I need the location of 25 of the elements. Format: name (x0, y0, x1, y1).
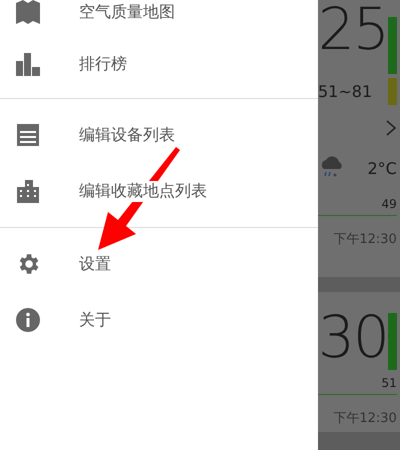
reading-value: 49 (318, 197, 397, 216)
list-icon (15, 122, 41, 148)
menu-item[interactable]: 编辑收藏地点列表 (0, 163, 318, 219)
menu-item-label: 编辑设备列表 (79, 124, 175, 146)
menu-item[interactable]: 编辑设备列表 (0, 107, 318, 163)
menu-item[interactable]: 关于 (0, 292, 318, 348)
menu-item-label: 关于 (79, 310, 111, 330)
bar-chart-icon (15, 51, 41, 77)
menu-item[interactable]: 空气质量地图 (0, 0, 318, 38)
aqi-value: 30 (318, 308, 388, 366)
menu-item-label: 排行榜 (79, 54, 127, 74)
update-time: 下午12:30 (333, 410, 397, 427)
aqi-range: 51~81 (318, 82, 374, 101)
update-time: 下午12:30 (333, 231, 397, 248)
aqi-value: 25 (318, 0, 388, 58)
menu-item[interactable]: 设置 (0, 236, 318, 292)
menu-item[interactable]: 排行榜 (0, 38, 318, 90)
reading-value: 51 (318, 376, 397, 395)
chevron-right-icon[interactable] (384, 119, 397, 137)
menu-item-label: 空气质量地图 (79, 2, 175, 22)
map-icon (15, 0, 41, 25)
building-icon (15, 178, 41, 204)
info-icon (15, 307, 41, 333)
menu-item-label: 编辑收藏地点列表 (79, 180, 207, 202)
temperature: 2°C (367, 158, 397, 178)
